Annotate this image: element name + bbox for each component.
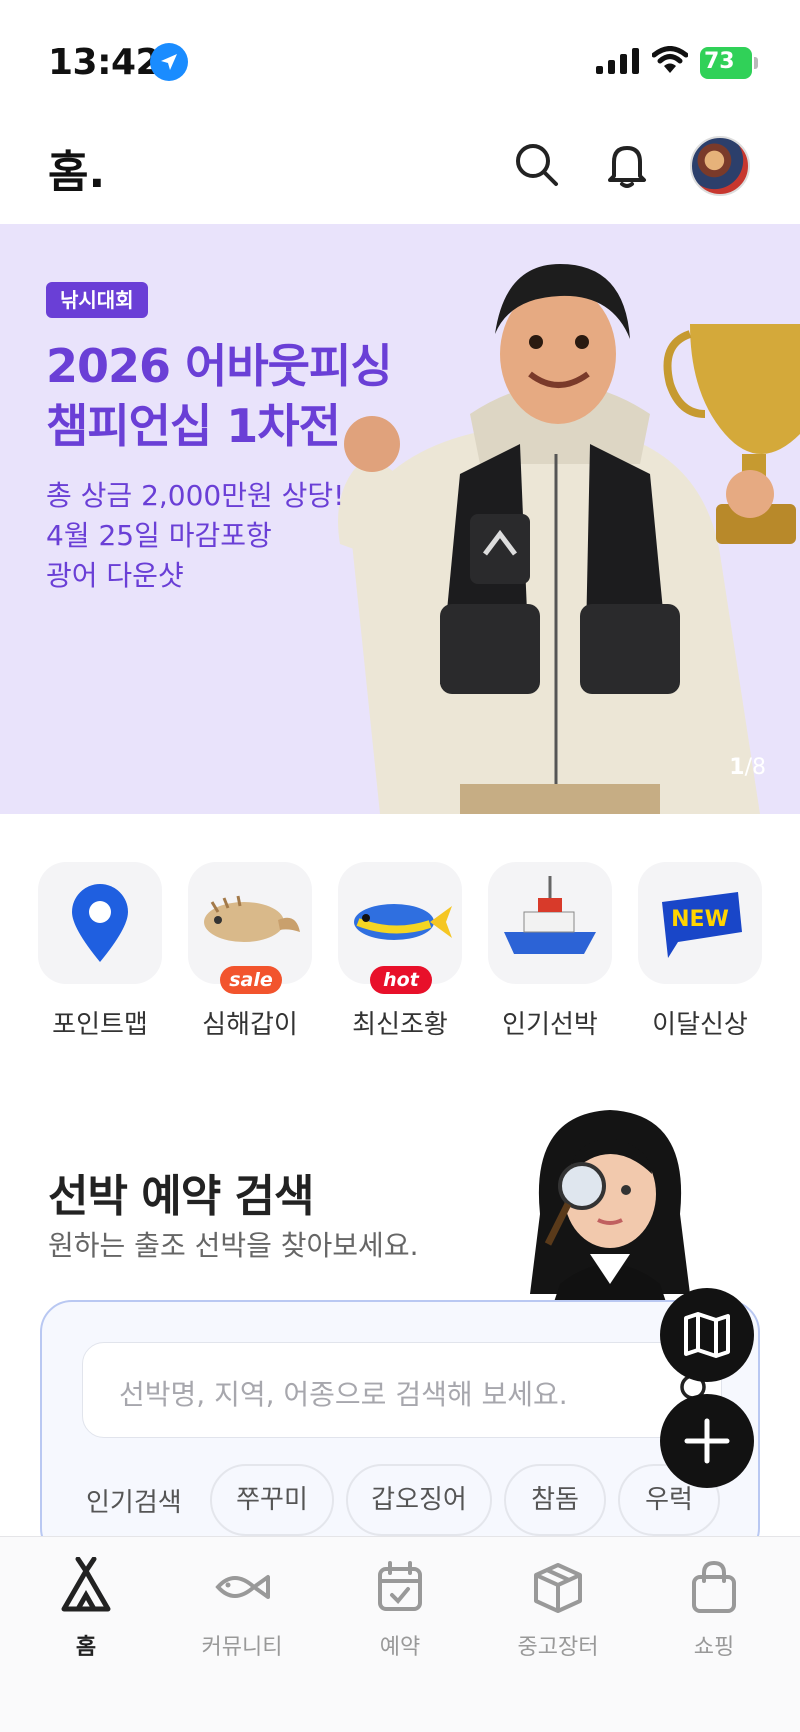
calendar-check-icon <box>378 1561 422 1611</box>
nav-label: 커뮤니티 <box>201 1635 283 1660</box>
quick-menu-label: 최신조황 <box>352 1010 448 1040</box>
profile-avatar[interactable] <box>690 136 750 196</box>
map-icon <box>684 1312 730 1358</box>
battery-indicator: 73 <box>700 47 758 79</box>
fish-outline-icon <box>215 1575 270 1599</box>
sale-badge: sale <box>220 966 282 994</box>
status-time: 13:42 <box>48 42 161 83</box>
boat-icon <box>504 876 596 954</box>
nav-label: 쇼핑 <box>693 1635 735 1660</box>
tent-icon <box>61 1557 111 1612</box>
nav-marketplace[interactable]: 중고장터 <box>478 1537 638 1677</box>
nav-community[interactable]: 커뮤니티 <box>162 1537 322 1677</box>
banner-description: 총 상금 2,000만원 상당! 4월 25일 마감포항 광어 다운샷 <box>46 479 345 592</box>
quick-menu-point-map[interactable]: 포인트맵 <box>38 862 162 1042</box>
quick-menu-popular-boats[interactable]: 인기선박 <box>488 862 612 1042</box>
wifi-icon <box>652 46 688 73</box>
box-icon <box>534 1563 582 1613</box>
reservation-subtitle: 원하는 출조 선박을 찾아보세요. <box>48 1229 419 1262</box>
quick-menu-label: 심해갑이 <box>202 1010 298 1040</box>
status-bar: 13:42 73 <box>0 0 800 120</box>
nav-label: 예약 <box>379 1635 421 1660</box>
search-icon <box>516 144 558 186</box>
quick-menu-label: 이달신상 <box>652 1010 748 1040</box>
bell-icon <box>608 146 646 188</box>
banner-title: 2026 어바웃피싱 챔피언십 1차전 <box>46 339 393 453</box>
quick-menu-new-arrivals[interactable]: NEW 이달신상 <box>638 862 762 1042</box>
search-chip[interactable]: 갑오징어 <box>346 1464 492 1536</box>
search-chip[interactable]: 쭈꾸미 <box>210 1464 334 1536</box>
new-flag-icon: NEW <box>662 892 742 958</box>
map-view-button[interactable] <box>660 1288 754 1382</box>
search-button[interactable] <box>510 138 564 192</box>
search-placeholder: 선박명, 지역, 어종으로 검색해 보세요. <box>119 1378 568 1411</box>
reservation-title: 선박 예약 검색 <box>48 1171 315 1222</box>
search-chip[interactable]: 참돔 <box>504 1464 606 1536</box>
svg-text:NEW: NEW <box>671 907 729 932</box>
notification-button[interactable] <box>600 138 654 192</box>
plus-icon <box>684 1418 730 1464</box>
cellular-signal-icon <box>596 48 639 74</box>
reservation-search-card: 선박명, 지역, 어종으로 검색해 보세요. 인기검색 쭈꾸미 갑오징어 참돔 … <box>40 1300 760 1560</box>
map-pin-icon <box>72 884 128 962</box>
banner-page-indicator: 1/8 <box>729 755 766 780</box>
quick-menu-label: 인기선박 <box>502 1010 598 1040</box>
detective-girl-illustration <box>530 1110 690 1314</box>
quick-menu-label: 포인트맵 <box>52 1010 148 1040</box>
banner-tag: 낚시대회 <box>46 282 148 318</box>
boat-search-input[interactable]: 선박명, 지역, 어종으로 검색해 보세요. <box>82 1342 722 1438</box>
quick-menu-latest-catch[interactable]: hot 최신조황 <box>338 862 462 1042</box>
bottom-navigation: 홈 커뮤니티 예약 중고장터 쇼핑 <box>0 1536 800 1732</box>
promo-banner[interactable]: 낚시대회 2026 어바웃피싱 챔피언십 1차전 총 상금 2,000만원 상당… <box>0 224 800 814</box>
location-arrow-icon <box>150 43 188 81</box>
quick-menu-deepsea-squid[interactable]: sale 심해갑이 <box>188 862 312 1042</box>
shopping-bag-icon <box>692 1560 736 1613</box>
app-header: 홈. <box>0 120 800 224</box>
page-title: 홈. <box>48 147 106 198</box>
popular-search-label: 인기검색 <box>86 1488 182 1518</box>
nav-shopping[interactable]: 쇼핑 <box>634 1537 794 1677</box>
nav-label: 중고장터 <box>517 1635 599 1660</box>
add-button[interactable] <box>660 1394 754 1488</box>
quick-menu: 포인트맵 sale 심해갑이 hot 최신조황 인기선박 NEW 이달신상 <box>0 862 800 1042</box>
nav-label: 홈 <box>75 1635 97 1660</box>
nav-reservation[interactable]: 예약 <box>320 1537 480 1677</box>
battery-level: 73 <box>704 49 735 74</box>
hot-badge: hot <box>370 966 432 994</box>
nav-home[interactable]: 홈 <box>6 1537 166 1677</box>
